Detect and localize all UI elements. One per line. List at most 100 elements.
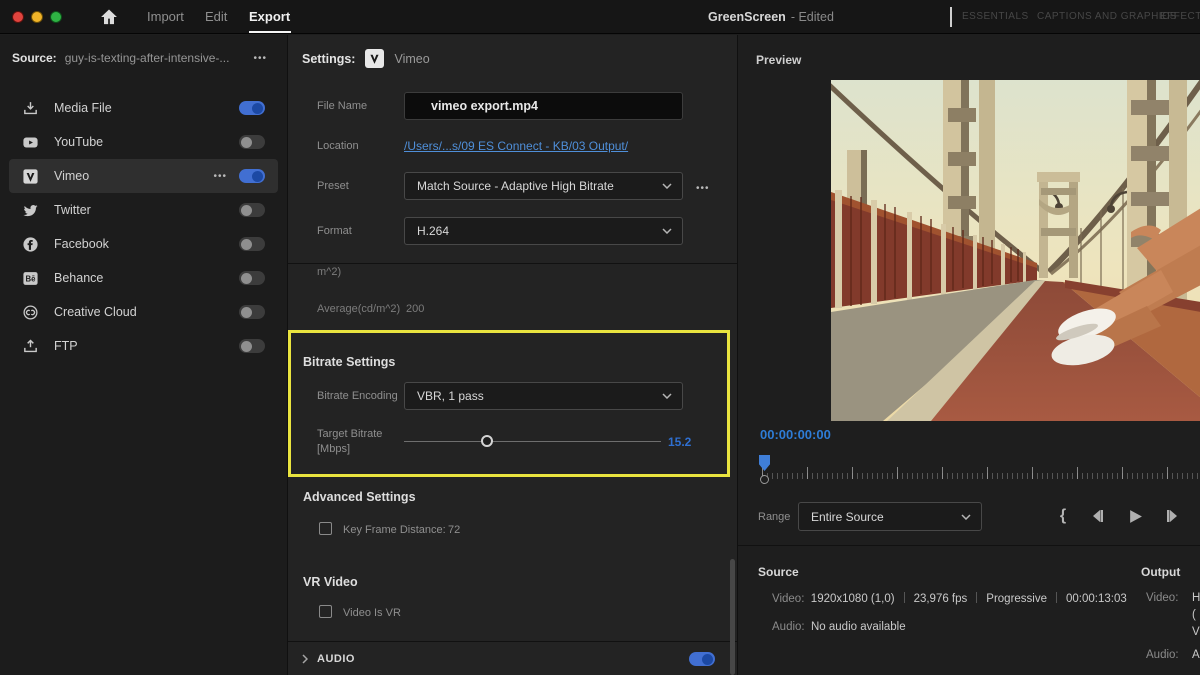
brace-icon: { (1060, 507, 1066, 525)
svg-text:Bē: Bē (26, 274, 37, 283)
sidebar-item-label: YouTube (54, 135, 239, 149)
step-forward-button[interactable] (1160, 502, 1186, 530)
video-is-vr-checkbox[interactable] (319, 605, 332, 618)
audio-section-label: AUDIO (317, 653, 689, 665)
location-link[interactable]: /Users/...s/09 ES Connect - KB/03 Output… (404, 139, 628, 153)
destination-sidebar: Source:guy-is-texting-after-intensive-..… (0, 35, 287, 675)
vimeo-more-icon[interactable]: ••• (213, 171, 227, 182)
range-label: Range (758, 511, 790, 523)
video-is-vr-label: Video Is VR (343, 607, 401, 619)
source-audio-row: Audio: No audio available (772, 621, 906, 633)
output-video-fragment-2: ( (1192, 609, 1196, 621)
sidebar-item-creative-cloud[interactable]: Creative Cloud (9, 295, 278, 329)
section-divider (288, 263, 737, 264)
set-in-out-button[interactable]: { (1050, 502, 1076, 530)
source-info-title: Source (758, 565, 799, 579)
media-file-toggle[interactable] (239, 101, 265, 115)
sidebar-item-twitter[interactable]: Twitter (9, 193, 278, 227)
preview-panel: Preview (737, 35, 1200, 675)
sidebar-item-label: Behance (54, 271, 239, 285)
sidebar-item-label: Twitter (54, 203, 239, 217)
preset-dropdown[interactable]: Match Source - Adaptive High Bitrate (404, 172, 683, 200)
preset-label: Preset (317, 180, 349, 192)
info-divider (738, 545, 1200, 546)
timeline-ruler[interactable] (762, 459, 1200, 479)
range-dropdown[interactable]: Entire Source (798, 502, 982, 531)
menu-essentials[interactable]: ESSENTIALS (962, 0, 1029, 34)
output-audio-label: Audio: (1146, 649, 1179, 661)
step-back-button[interactable] (1084, 502, 1110, 530)
creative-cloud-toggle[interactable] (239, 305, 265, 319)
destination-list: Media File YouTube Vimeo ••• Twitter (0, 91, 287, 363)
project-status: - Edited (791, 10, 834, 24)
sidebar-item-youtube[interactable]: YouTube (9, 125, 278, 159)
video-resolution: 1920x1080 (1,0) (811, 593, 895, 605)
ftp-toggle[interactable] (239, 339, 265, 353)
range-marker[interactable] (760, 475, 769, 484)
advanced-settings-header: Advanced Settings (303, 490, 416, 504)
twitter-toggle[interactable] (239, 203, 265, 217)
export-settings-panel: Settings: Vimeo File Name Location /User… (287, 35, 737, 675)
bitrate-encoding-dropdown[interactable]: VBR, 1 pass (404, 382, 683, 410)
menu-captions-and-graphics[interactable]: CAPTIONS AND GRAPHICS (1037, 0, 1177, 34)
active-tab-underline (249, 31, 291, 33)
facebook-icon (22, 236, 39, 253)
keyframe-label: Key Frame Distance: (343, 524, 446, 536)
location-label: Location (317, 140, 359, 152)
youtube-toggle[interactable] (239, 135, 265, 149)
keyframe-checkbox[interactable] (319, 522, 332, 535)
average-label: Average(cd/m^2) (317, 303, 400, 315)
close-window-button[interactable] (12, 11, 24, 23)
chevron-down-icon (961, 514, 971, 520)
vimeo-toggle[interactable] (239, 169, 265, 183)
ftp-upload-icon (22, 338, 39, 355)
audio-toggle[interactable] (689, 652, 715, 666)
target-bitrate-value: 15.2 (668, 435, 691, 449)
project-name: GreenScreen (708, 10, 786, 24)
source-video-row: Video: 1920x1080 (1,0)23,976 fpsProgress… (772, 592, 1127, 605)
audio-section-divider (288, 641, 737, 642)
project-title: GreenScreen - Edited (708, 0, 834, 34)
vr-video-header: VR Video (303, 575, 358, 589)
tab-import[interactable]: Import (147, 0, 184, 34)
sidebar-item-label: Facebook (54, 237, 239, 251)
format-dropdown[interactable]: H.264 (404, 217, 683, 245)
preview-title: Preview (756, 53, 801, 67)
settings-label: Settings: (302, 52, 355, 66)
output-video-fragment-3: V (1192, 626, 1200, 638)
sidebar-item-ftp[interactable]: FTP (9, 329, 278, 363)
home-icon[interactable] (99, 7, 119, 27)
output-info-title: Output (1141, 565, 1180, 579)
zoom-window-button[interactable] (50, 11, 62, 23)
play-button[interactable] (1122, 502, 1148, 530)
tab-edit[interactable]: Edit (205, 0, 227, 34)
sidebar-item-media-file[interactable]: Media File (9, 91, 278, 125)
preset-value: Match Source - Adaptive High Bitrate (417, 179, 662, 193)
titlebar: Import Edit Export GreenScreen - Edited E… (0, 0, 1200, 34)
output-audio-fragment: A (1192, 649, 1200, 661)
tab-export[interactable]: Export (249, 0, 290, 34)
output-video-label: Video: (1146, 592, 1178, 604)
sidebar-item-facebook[interactable]: Facebook (9, 227, 278, 261)
source-more-icon[interactable]: ••• (253, 53, 267, 64)
sidebar-item-behance[interactable]: Bē Behance (9, 261, 278, 295)
sidebar-item-label: Vimeo (54, 169, 213, 183)
facebook-toggle[interactable] (239, 237, 265, 251)
file-name-input[interactable] (404, 92, 683, 120)
audio-section-row[interactable]: AUDIO (288, 643, 737, 675)
minimize-window-button[interactable] (31, 11, 43, 23)
audio-value: No audio available (811, 621, 906, 633)
slider-handle[interactable] (481, 435, 493, 447)
sidebar-item-vimeo[interactable]: Vimeo ••• (9, 159, 278, 193)
bitrate-encoding-value: VBR, 1 pass (417, 389, 662, 403)
sidebar-item-label: FTP (54, 339, 239, 353)
chevron-down-icon (662, 228, 672, 234)
target-bitrate-slider[interactable] (404, 441, 661, 442)
menu-effects[interactable]: EFFECTS (1160, 0, 1200, 34)
settings-scrollbar[interactable] (730, 559, 735, 675)
settings-header: Settings: Vimeo (302, 49, 430, 68)
preset-more-icon[interactable]: ••• (696, 183, 710, 194)
media-file-icon (22, 100, 39, 117)
target-bitrate-unit: [Mbps] (317, 443, 350, 455)
behance-toggle[interactable] (239, 271, 265, 285)
